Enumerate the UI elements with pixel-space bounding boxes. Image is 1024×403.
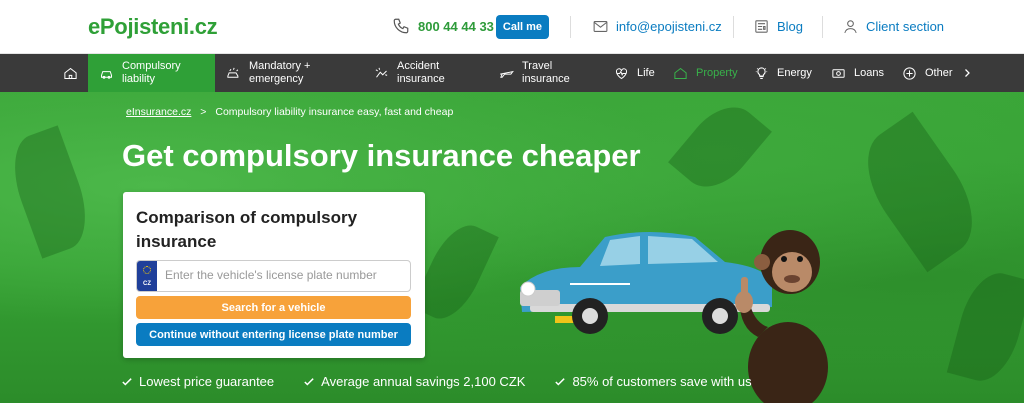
benefit-item: Lowest price guarantee [122,374,274,389]
foliage-decoration [668,93,772,201]
nav-label-line: Travel [522,60,553,72]
form-title: Comparison of compulsory insurance [136,208,358,251]
mail-icon [593,21,608,32]
benefit-text: Average annual savings 2,100 CZK [321,374,526,389]
country-code: CZ [143,281,151,287]
nav-label: Life [637,66,655,79]
house-icon [674,67,687,79]
plus-circle-icon [903,66,916,80]
divider [733,16,734,38]
breadcrumb-separator: > [200,106,207,118]
client-section-link[interactable]: Client section [842,18,944,35]
email-link[interactable]: info@epojisteni.cz [592,18,722,35]
top-header: ePojisteni.cz 800 44 44 33 Call me info@… [0,0,1024,54]
foliage-decoration [946,266,1024,388]
benefit-item: Average annual savings 2,100 CZK [304,374,525,389]
benefit-item: 85% of customers save with us [555,374,752,389]
nav-label: Property [696,66,738,79]
phone-number: 800 44 44 33 [418,18,494,34]
nav-label: Loans [854,66,884,79]
heart-pulse-icon [616,67,627,79]
page-title: Get compulsory insurance cheaper [122,138,641,173]
nav-label-line: Mandatory + [249,60,311,72]
nav-home[interactable] [52,54,88,92]
breadcrumb: eInsurance.cz > Compulsory liability ins… [126,106,453,118]
nav-label-line: emergency [249,73,304,85]
nav-other[interactable]: Other [902,54,973,92]
eu-stars-icon [143,266,151,274]
search-vehicle-button[interactable]: Search for a vehicle [136,296,411,319]
phone-link[interactable]: 800 44 44 33 [392,17,494,35]
check-icon [122,377,132,386]
user-icon [844,20,857,34]
license-plate-field[interactable]: CZ [136,260,411,292]
client-text: Client section [866,19,945,34]
newspaper-icon [755,20,768,33]
nav-loans[interactable]: Loans [831,54,884,92]
nav-mandatory-emergency[interactable]: Mandatory + emergency [226,54,310,92]
nav-label: Other [925,66,953,79]
call-me-button[interactable]: Call me [496,15,549,39]
nav-label-line: insurance [397,73,445,85]
lightbulb-icon [755,66,768,79]
blog-link[interactable]: Blog [753,18,803,35]
chevron-right-icon [964,69,970,77]
logo-text: ePojisteni.cz [88,14,218,39]
nav-label-line: insurance [522,73,570,85]
breadcrumb-current: Compulsory liability insurance easy, fas… [215,106,454,118]
foliage-decoration [1,125,99,259]
check-icon [555,377,566,386]
divider [822,16,823,38]
email-text: info@epojisteni.cz [616,19,722,34]
foliage-decoration [847,111,993,273]
car-icon [101,70,112,79]
nav-label-line: Accident [397,60,440,72]
benefit-text: Lowest price guarantee [139,374,275,389]
comparison-form: Comparison of compulsory insurance CZ Se… [123,192,425,358]
airplane-icon [500,70,514,78]
benefit-text: 85% of customers save with us [572,374,752,389]
eu-plate-badge: CZ [137,261,157,291]
continue-without-plate-button[interactable]: Continue without entering license plate … [136,323,411,346]
nav-property[interactable]: Property [673,54,738,92]
blog-text: Blog [777,19,804,34]
check-icon [304,377,314,386]
divider [570,16,571,38]
car-crash-icon [227,67,239,78]
home-icon [63,67,77,79]
nav-compulsory-liability[interactable]: Compulsory liability [88,54,215,92]
site-logo[interactable]: ePojisteni.cz [88,14,218,40]
benefits-list: Lowest price guarantee Average annual sa… [122,374,752,389]
nav-label-line: Compulsory [122,60,181,72]
nav-life[interactable]: Life [614,54,655,92]
breadcrumb-home-link[interactable]: eInsurance.cz [126,106,191,118]
accident-icon [375,67,388,78]
phone-icon [393,18,409,34]
nav-travel-insurance[interactable]: Travel insurance [499,54,570,92]
license-plate-input[interactable] [165,268,405,282]
money-icon [832,68,845,78]
main-nav: Compulsory liability Mandatory + emergency… [0,54,1024,92]
nav-label: Energy [777,66,812,79]
nav-energy[interactable]: Energy [754,54,812,92]
hero-section: eInsurance.cz > Compulsory liability ins… [0,92,1024,403]
nav-accident-insurance[interactable]: Accident insurance [374,54,445,92]
nav-label-line: liability [122,73,156,85]
